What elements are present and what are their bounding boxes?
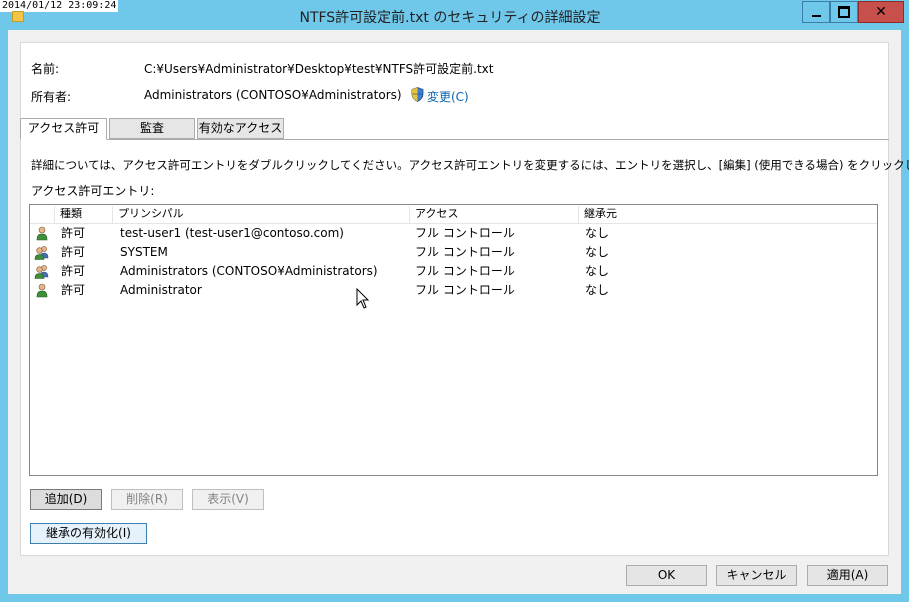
row-type: 許可 [61,226,86,240]
table-row[interactable]: 許可 test-user1 (test-user1@contoso.com) フ… [30,224,877,243]
view-button[interactable]: 表示(V) [192,489,264,510]
close-button[interactable]: ✕ [858,1,904,23]
minimize-button[interactable] [802,1,830,23]
name-value: C:¥Users¥Administrator¥Desktop¥test¥NTFS… [144,62,494,76]
column-header-inherited[interactable]: 継承元 [579,206,699,223]
tab-divider [20,139,889,140]
row-principal: Administrators (CONTOSO¥Administrators) [120,264,378,278]
row-inherited: なし [585,245,610,259]
user-icon [36,226,48,241]
tab-effective-access[interactable]: 有効なアクセス [197,118,284,139]
row-access: フル コントロール [415,226,515,240]
table-row[interactable]: 許可 Administrator フル コントロール なし [30,281,877,300]
column-header-icon[interactable] [30,206,55,223]
ok-button[interactable]: OK [626,565,707,586]
folder-icon [12,11,24,22]
row-inherited: なし [585,283,610,297]
table-row[interactable]: 許可 Administrators (CONTOSO¥Administrator… [30,262,877,281]
apply-button[interactable]: 適用(A) [807,565,888,586]
add-button[interactable]: 追加(D) [30,489,102,510]
tab-permissions[interactable]: アクセス許可 [20,118,107,140]
owner-value: Administrators (CONTOSO¥Administrators) [144,88,402,102]
row-principal: Administrator [120,283,202,297]
column-header-principal[interactable]: プリンシパル [113,206,410,223]
group-icon [34,265,49,279]
row-inherited: なし [585,264,610,278]
row-access: フル コントロール [415,283,515,297]
column-header-type[interactable]: 種類 [55,206,113,223]
name-label: 名前: [31,62,60,76]
user-icon [36,283,48,298]
maximize-button[interactable] [830,1,858,23]
group-icon [34,246,49,260]
row-type: 許可 [61,245,86,259]
row-access: フル コントロール [415,264,515,278]
row-type: 許可 [61,283,86,297]
tab-auditing[interactable]: 監査 [109,118,195,139]
window-title: NTFS許可設定前.txt のセキュリティの詳細設定 [299,10,601,26]
close-icon: ✕ [875,4,887,20]
row-type: 許可 [61,264,86,278]
enable-inheritance-button[interactable]: 継承の有効化(I) [30,523,147,544]
mouse-cursor-icon [356,288,370,309]
maximize-icon [838,6,850,18]
minimize-icon [811,14,821,17]
cancel-button[interactable]: キャンセル [716,565,797,586]
change-owner-link[interactable]: 変更(C) [427,88,469,105]
row-inherited: なし [585,226,610,240]
instructions-text: 詳細については、アクセス許可エントリをダブルクリックしてください。アクセス許可エ… [31,158,909,172]
uac-shield-icon [411,87,424,102]
remove-button[interactable]: 削除(R) [111,489,183,510]
owner-label: 所有者: [31,90,72,104]
table-row[interactable]: 許可 SYSTEM フル コントロール なし [30,243,877,262]
row-principal: test-user1 (test-user1@contoso.com) [120,226,344,240]
column-header-access[interactable]: アクセス [410,206,579,223]
row-principal: SYSTEM [120,245,168,259]
row-access: フル コントロール [415,245,515,259]
entries-label: アクセス許可エントリ: [31,184,155,198]
